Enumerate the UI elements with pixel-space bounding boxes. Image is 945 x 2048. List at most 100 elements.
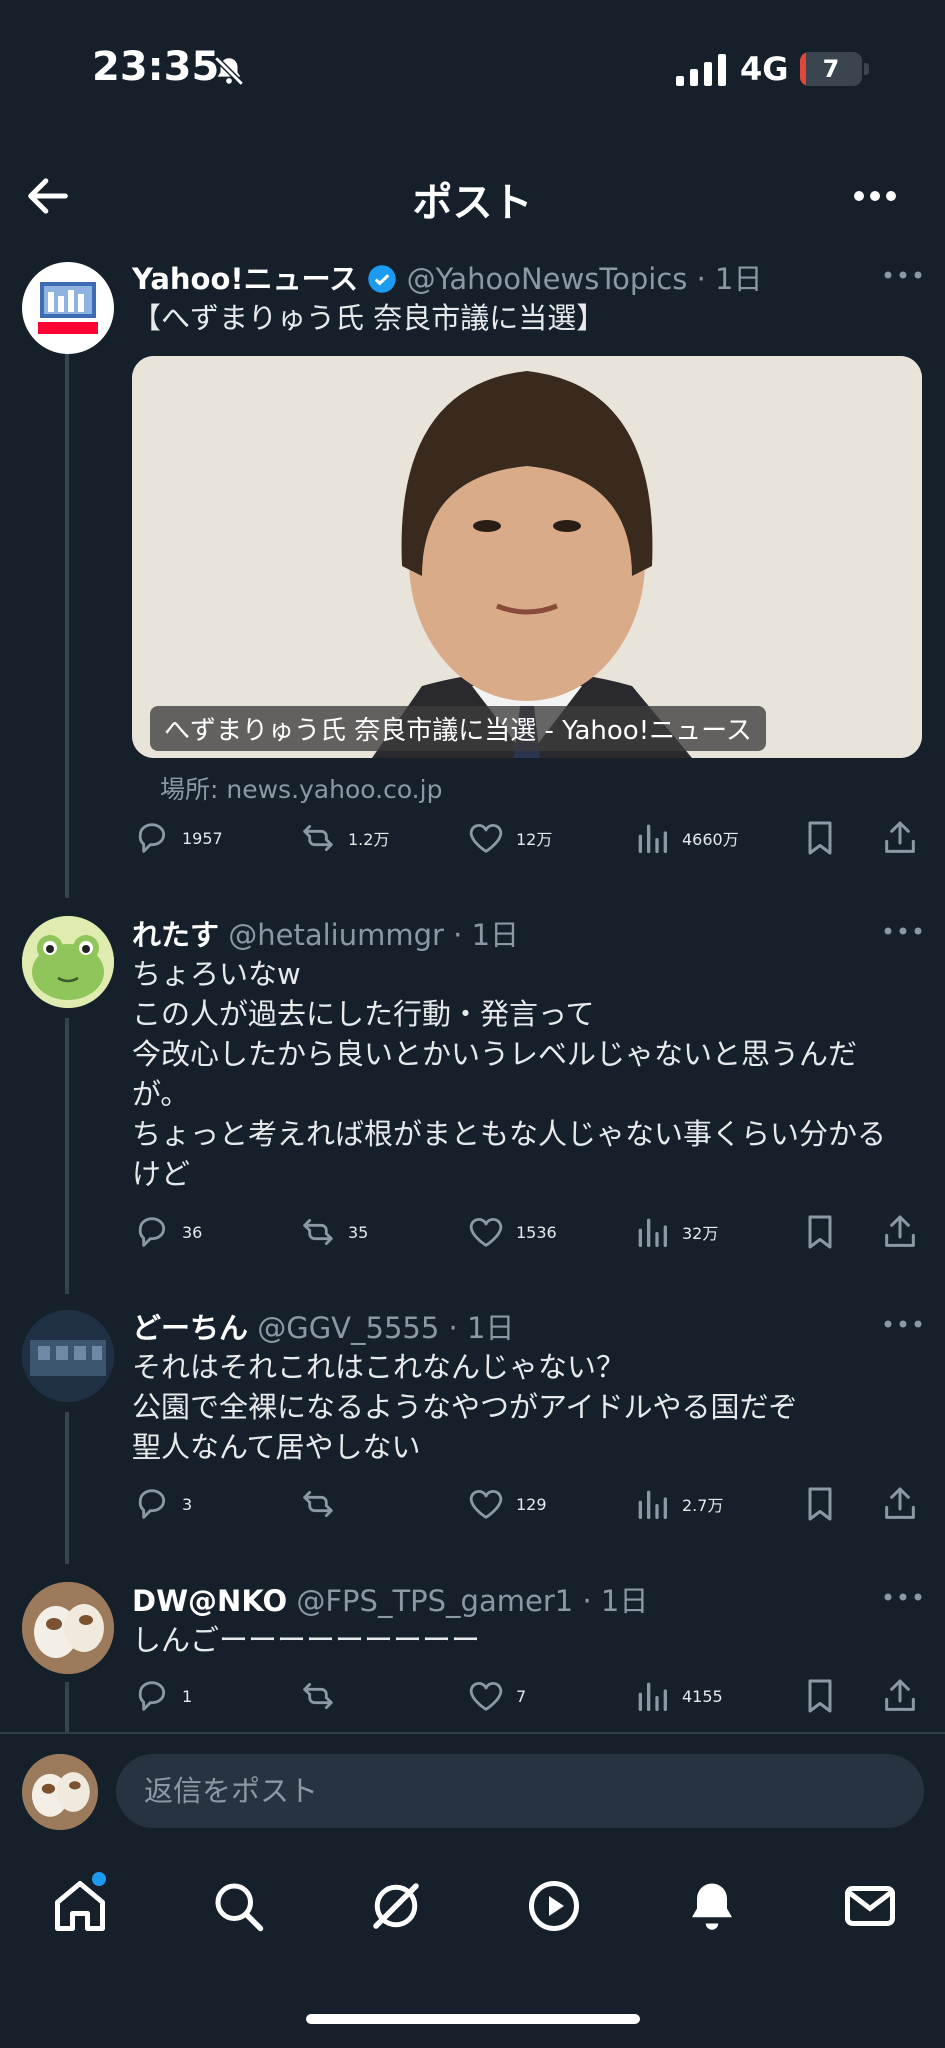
avatar[interactable] bbox=[22, 916, 114, 1008]
thread-line bbox=[65, 1412, 69, 1564]
author-handle[interactable]: @GGV_5555 bbox=[257, 1311, 439, 1345]
views-chart-icon bbox=[638, 1218, 667, 1247]
more-options-icon[interactable] bbox=[850, 176, 900, 216]
heart-icon bbox=[469, 824, 503, 853]
author-name[interactable]: Yahoo!ニュース bbox=[132, 262, 358, 296]
post-text: ちょろいなw この人が過去にした行動・発言って 今改心したから良いとかいうレベル… bbox=[132, 957, 887, 1191]
reply-icon bbox=[138, 1217, 166, 1247]
repost-icon bbox=[303, 1682, 333, 1710]
grok-icon[interactable] bbox=[366, 1876, 426, 1936]
repost-button[interactable]: 35 bbox=[298, 1212, 368, 1252]
reply-count: 1957 bbox=[182, 828, 223, 848]
author-name[interactable]: DW@NKO bbox=[132, 1584, 287, 1618]
reply-button[interactable]: 36 bbox=[132, 1212, 202, 1252]
post-text: しんごーーーーーーーーー bbox=[132, 1623, 481, 1657]
bookmark-icon[interactable] bbox=[800, 1676, 840, 1716]
share-icon[interactable] bbox=[880, 1484, 920, 1524]
link-source[interactable]: 場所: news.yahoo.co.jp bbox=[160, 770, 442, 806]
post-text: 【へずまりゅう氏 奈良市議に当選】 bbox=[132, 301, 606, 335]
reply-icon bbox=[138, 823, 166, 853]
repost-button[interactable] bbox=[298, 1484, 348, 1524]
frog-avatar-image bbox=[22, 916, 114, 1008]
author-handle[interactable]: @hetaliummgr bbox=[228, 918, 444, 952]
post-menu-icon[interactable] bbox=[882, 265, 924, 285]
reply-count: 3 bbox=[182, 1494, 193, 1514]
share-icon[interactable] bbox=[880, 818, 920, 858]
reply-input[interactable]: 返信をポスト bbox=[116, 1754, 924, 1828]
reply-button[interactable]: 1 bbox=[132, 1676, 192, 1716]
repost-icon bbox=[303, 1218, 333, 1246]
search-icon[interactable] bbox=[208, 1876, 268, 1936]
battery-tip bbox=[864, 63, 869, 75]
verified-badge-icon bbox=[368, 265, 397, 293]
repost-icon bbox=[303, 824, 333, 852]
repost-button[interactable]: 1.2万 bbox=[298, 818, 389, 858]
train-avatar-image bbox=[22, 1310, 114, 1402]
views-button[interactable]: 4155 bbox=[632, 1676, 723, 1716]
avatar[interactable] bbox=[22, 1310, 114, 1402]
views-chart-icon bbox=[638, 824, 667, 853]
views-button[interactable]: 32万 bbox=[632, 1212, 718, 1252]
views-button[interactable]: 2.7万 bbox=[632, 1484, 723, 1524]
post-menu-icon[interactable] bbox=[882, 921, 924, 941]
thread-line bbox=[65, 330, 69, 898]
home-indicator[interactable] bbox=[306, 2014, 640, 2024]
like-count: 1536 bbox=[516, 1222, 557, 1242]
reply-button[interactable]: 1957 bbox=[132, 818, 223, 858]
like-button[interactable]: 12万 bbox=[466, 818, 552, 858]
author-handle[interactable]: @YahooNewsTopics bbox=[407, 262, 688, 296]
pet-avatar-image bbox=[22, 1754, 98, 1830]
news-photo bbox=[132, 356, 922, 758]
author-name[interactable]: れたす bbox=[132, 918, 219, 952]
signal-icon bbox=[676, 54, 726, 86]
views-button[interactable]: 4660万 bbox=[632, 818, 739, 858]
post-header: Yahoo!ニュース @YahooNewsTopics · 1日 bbox=[132, 256, 763, 298]
repost-button[interactable] bbox=[298, 1676, 348, 1716]
reply-button[interactable]: 3 bbox=[132, 1484, 192, 1524]
share-icon[interactable] bbox=[880, 1676, 920, 1716]
like-button[interactable]: 129 bbox=[466, 1484, 547, 1524]
reply-icon bbox=[138, 1681, 166, 1711]
bookmark-icon[interactable] bbox=[800, 1484, 840, 1524]
views-chart-icon bbox=[638, 1490, 667, 1519]
bookmark-icon[interactable] bbox=[800, 818, 840, 858]
post-time: · 1日 bbox=[448, 1311, 515, 1345]
messages-icon[interactable] bbox=[840, 1876, 900, 1936]
my-avatar[interactable] bbox=[22, 1754, 98, 1830]
heart-icon bbox=[469, 1218, 503, 1247]
video-icon[interactable] bbox=[524, 1876, 584, 1936]
view-count: 4660万 bbox=[682, 830, 739, 849]
heart-icon bbox=[469, 1682, 503, 1711]
thread-line bbox=[65, 1682, 69, 1732]
link-card-image[interactable] bbox=[132, 356, 922, 758]
bookmark-icon[interactable] bbox=[800, 1212, 840, 1252]
share-icon[interactable] bbox=[880, 1212, 920, 1252]
status-time: 23:35 bbox=[92, 44, 220, 90]
post-header: れたす @hetaliummgr · 1日 bbox=[132, 912, 519, 954]
bell-muted-icon bbox=[214, 56, 244, 86]
post-time: · 1日 bbox=[696, 262, 763, 296]
post-text: それはそれこれはこれなんじゃない？ 公園で全裸になるようなやつがアイドルやる国だ… bbox=[132, 1350, 798, 1464]
avatar[interactable] bbox=[22, 1582, 114, 1674]
view-count: 4155 bbox=[682, 1686, 723, 1706]
post-menu-icon[interactable] bbox=[882, 1587, 924, 1607]
network-type: 4G bbox=[740, 50, 789, 88]
author-handle[interactable]: @FPS_TPS_gamer1 bbox=[296, 1584, 573, 1618]
reply-icon bbox=[138, 1489, 166, 1519]
post-header: どーちん @GGV_5555 · 1日 bbox=[132, 1305, 514, 1347]
divider bbox=[0, 1732, 945, 1734]
like-button[interactable]: 7 bbox=[466, 1676, 526, 1716]
avatar-yahoo-news[interactable] bbox=[22, 262, 114, 354]
post-time: · 1日 bbox=[453, 918, 520, 952]
author-name[interactable]: どーちん bbox=[132, 1311, 248, 1345]
notifications-icon[interactable] bbox=[682, 1876, 742, 1936]
view-count: 2.7万 bbox=[682, 1496, 724, 1515]
battery-indicator: 7 bbox=[800, 52, 862, 86]
repost-count: 1.2万 bbox=[348, 830, 390, 849]
like-count: 129 bbox=[516, 1494, 547, 1514]
views-chart-icon bbox=[638, 1682, 667, 1711]
view-count: 32万 bbox=[682, 1224, 719, 1243]
like-button[interactable]: 1536 bbox=[466, 1212, 557, 1252]
thread-line bbox=[65, 1018, 69, 1294]
post-menu-icon[interactable] bbox=[882, 1314, 924, 1334]
